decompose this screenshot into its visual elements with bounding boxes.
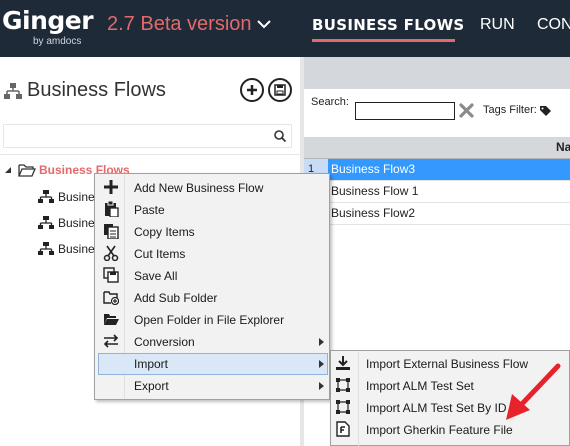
- version-label[interactable]: 2.7 Beta version: [107, 13, 252, 36]
- download-icon: [336, 356, 350, 370]
- tab-business-flows[interactable]: BUSINESS FLOWS: [312, 16, 465, 34]
- table-row[interactable]: Business Flow2: [328, 203, 570, 225]
- menu-item-cut-items[interactable]: Cut Items: [134, 247, 185, 261]
- save-all-icon: [103, 267, 119, 283]
- folder-open-icon: [104, 314, 119, 325]
- app-logo: Ginger: [2, 6, 94, 35]
- menu-item-paste[interactable]: Paste: [134, 203, 165, 217]
- grid-header: [304, 137, 570, 159]
- menu-item-save-all[interactable]: Save All: [134, 269, 177, 283]
- panel-title: Business Flows: [27, 79, 166, 101]
- tab-configurations[interactable]: CON: [537, 16, 570, 34]
- copy-icon: [104, 224, 119, 239]
- tag-icon[interactable]: [540, 106, 551, 116]
- folder-open-icon: [18, 164, 36, 177]
- folder-add-icon: [103, 291, 119, 305]
- submenu-arrow-icon: [319, 338, 324, 346]
- flow-diagram-icon: [38, 216, 54, 229]
- grid-header-name[interactable]: Na: [556, 140, 570, 154]
- menu-item-import[interactable]: Import: [134, 357, 168, 371]
- menu-item-add-sub-folder[interactable]: Add Sub Folder: [134, 291, 217, 305]
- save-button[interactable]: [268, 78, 292, 102]
- tree-item-business-flow[interactable]: Busine: [58, 216, 95, 230]
- scissors-icon: [103, 245, 119, 261]
- network-icon: [336, 378, 350, 392]
- add-business-flow-button[interactable]: [240, 78, 264, 102]
- search-label: Search:: [311, 96, 349, 108]
- submenu-arrow-icon: [319, 382, 324, 390]
- flow-diagram-icon: [4, 83, 22, 99]
- flow-diagram-icon: [38, 242, 54, 255]
- tree-item-business-flow[interactable]: Busine: [58, 242, 95, 256]
- menu-item-highlight: [98, 353, 328, 375]
- tree-search-input[interactable]: [3, 124, 292, 148]
- tree-expand-icon[interactable]: [4, 166, 12, 174]
- submenu-item-import-alm-test-set[interactable]: Import ALM Test Set: [366, 379, 474, 393]
- submenu-item-import-gherkin-feature-file[interactable]: Import Gherkin Feature File: [366, 423, 513, 437]
- network-icon: [336, 400, 350, 414]
- tab-run[interactable]: RUN: [480, 16, 515, 34]
- menu-item-open-folder[interactable]: Open Folder in File Explorer: [134, 313, 284, 327]
- right-toolbar: [304, 57, 570, 89]
- app-logo-subtitle: by amdocs: [33, 36, 82, 47]
- grid-search-input[interactable]: [355, 102, 455, 120]
- tree-item-business-flow[interactable]: Busine: [58, 190, 95, 204]
- table-row[interactable]: Business Flow 1: [328, 181, 570, 203]
- plus-circle-icon: [247, 85, 257, 95]
- menu-item-export[interactable]: Export: [134, 379, 169, 393]
- menu-item-conversion[interactable]: Conversion: [134, 335, 195, 349]
- submenu-arrow-icon: [319, 360, 324, 368]
- tags-filter-label: Tags Filter:: [483, 104, 537, 116]
- menu-item-add-new-business-flow[interactable]: Add New Business Flow: [134, 181, 263, 195]
- flow-diagram-icon: [38, 190, 54, 203]
- feature-file-icon: [336, 421, 350, 437]
- active-tab-indicator: [312, 39, 455, 42]
- menu-item-copy-items[interactable]: Copy Items: [134, 225, 195, 239]
- annotation-arrow-icon: [506, 363, 561, 420]
- divider: [0, 154, 300, 155]
- chevron-down-icon[interactable]: [256, 14, 272, 34]
- submenu-item-import-alm-test-set-by-id[interactable]: Import ALM Test Set By ID: [366, 401, 507, 415]
- clear-search-icon[interactable]: [459, 103, 474, 118]
- plus-icon: [104, 180, 118, 194]
- menu-gutter: [358, 352, 359, 446]
- save-disk-icon: [274, 84, 286, 96]
- table-row[interactable]: Business Flow3: [328, 159, 570, 181]
- swap-arrows-icon: [103, 334, 119, 348]
- search-icon[interactable]: [273, 129, 287, 143]
- paste-icon: [105, 201, 119, 217]
